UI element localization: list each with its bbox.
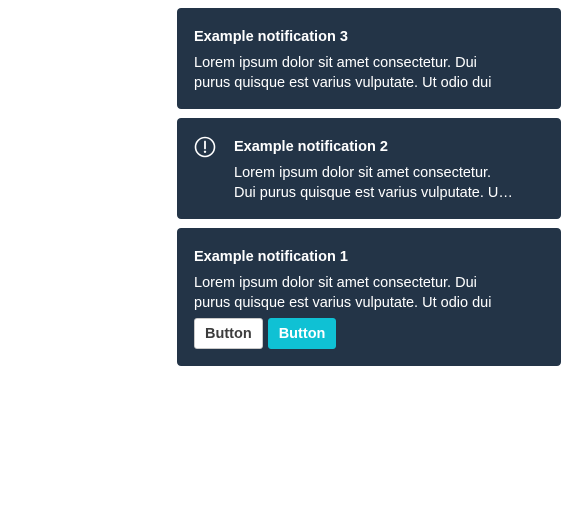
notification-2: Example notification 2 Lorem ipsum dolor… bbox=[177, 118, 561, 219]
secondary-button[interactable]: Button bbox=[194, 318, 263, 349]
notification-content: Example notification 2 Lorem ipsum dolor… bbox=[234, 138, 514, 219]
notification-actions: Button Button bbox=[194, 318, 521, 349]
alert-circle-icon bbox=[194, 136, 216, 158]
primary-button[interactable]: Button bbox=[267, 318, 337, 349]
notification-body: Lorem ipsum dolor sit amet consectetur. … bbox=[234, 165, 503, 201]
notification-title: Example notification 3 bbox=[194, 29, 348, 45]
notification-title: Example notification 1 bbox=[194, 249, 348, 265]
notification-body: Lorem ipsum dolor sit amet consectetur. … bbox=[194, 275, 492, 311]
notification-title: Example notification 2 bbox=[234, 139, 388, 155]
notification-body: Lorem ipsum dolor sit amet consectetur. … bbox=[194, 55, 492, 91]
notification-1: Example notification 1 Lorem ipsum dolor… bbox=[177, 228, 561, 366]
notification-stack: Example notification 3 Lorem ipsum dolor… bbox=[177, 8, 561, 375]
notification-3: Example notification 3 Lorem ipsum dolor… bbox=[177, 8, 561, 109]
